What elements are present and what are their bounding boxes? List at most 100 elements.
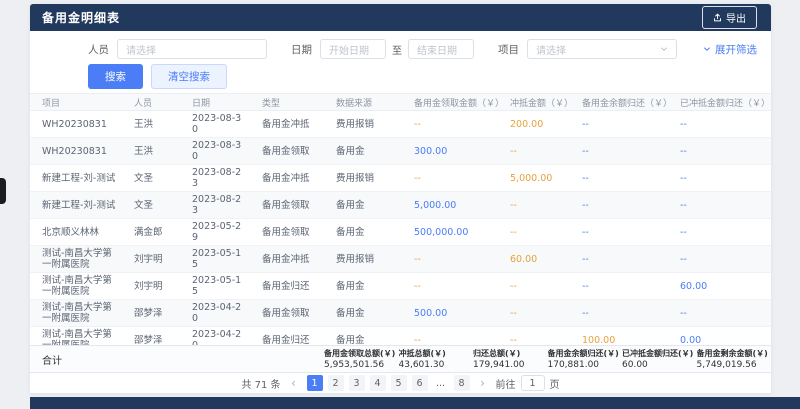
project-cell: 测试-南昌大学第一附属医院	[30, 300, 122, 326]
person-cell: 文圣	[122, 165, 180, 191]
page-button-6[interactable]: 6	[412, 375, 428, 391]
page-button-3[interactable]: 3	[349, 375, 365, 391]
more-pages-button[interactable]: ...	[433, 375, 449, 391]
person-cell: 王洪	[122, 138, 180, 164]
summary-item-value: 43,601.30	[399, 360, 474, 370]
table-row: 测试-南昌大学第一附属医院邵梦泽2023-04-20备用金领取备用金500.00…	[30, 300, 771, 327]
type-cell: 备用金冲抵	[250, 246, 324, 272]
type-cell: 备用金领取	[250, 219, 324, 245]
clear-search-button[interactable]: 清空搜索	[151, 64, 227, 89]
date-cell: 2023-05-15	[180, 246, 250, 272]
date-cell: 2023-05-15	[180, 273, 250, 299]
amount-cell: --	[402, 111, 498, 137]
person-cell: 文圣	[122, 192, 180, 218]
amount-cell: 300.00	[402, 138, 498, 164]
amount-cell: --	[668, 138, 770, 164]
expand-filter-label: 展开筛选	[715, 42, 757, 57]
goto-prefix-label: 前往	[496, 376, 516, 391]
amount-cell: 0.00	[668, 327, 770, 345]
type-cell: 备用金领取	[250, 192, 324, 218]
amount-cell: --	[498, 138, 570, 164]
page-button-1[interactable]: 1	[307, 375, 323, 391]
project-cell: 新建工程-刘-测试	[30, 192, 122, 218]
project-cell: 测试-南昌大学第一附属医院	[30, 273, 122, 299]
date-start-input[interactable]: 开始日期	[320, 39, 386, 59]
person-cell: 刘宇明	[122, 246, 180, 272]
prev-page-button[interactable]: ‹	[286, 375, 302, 391]
table-row: 北京顺义林林满金郎2023-05-29备用金领取备用金500,000.00---…	[30, 219, 771, 246]
project-cell: 北京顺义林林	[30, 219, 122, 245]
person-cell: 满金郎	[122, 219, 180, 245]
person-cell: 邵梦泽	[122, 300, 180, 326]
pagination-total: 共 71 条	[241, 376, 280, 391]
summary-item-label: 备用金剩余金额(￥)	[697, 348, 772, 359]
date-cell: 2023-04-20	[180, 300, 250, 326]
project-filter-select[interactable]: 请选择	[527, 39, 677, 59]
column-header: 日期	[180, 94, 250, 110]
amount-cell: --	[668, 246, 770, 272]
goto-page-input[interactable]: 1	[521, 375, 545, 391]
amount-cell: --	[570, 165, 668, 191]
source-cell: 备用金	[324, 327, 402, 345]
amount-cell: 500,000.00	[402, 219, 498, 245]
source-cell: 备用金	[324, 138, 402, 164]
summary-item: 备用金领取总额(￥)5,953,501.56	[324, 348, 399, 370]
source-cell: 备用金	[324, 273, 402, 299]
date-cell: 2023-04-20	[180, 327, 250, 345]
amount-cell: --	[498, 192, 570, 218]
source-cell: 费用报销	[324, 111, 402, 137]
summary-item-value: 179,941.00	[473, 360, 548, 370]
drawer-handle[interactable]	[0, 178, 6, 204]
amount-cell: 100.00	[570, 327, 668, 345]
amount-cell: 200.00	[498, 111, 570, 137]
summary-item: 冲抵总额(￥)43,601.30	[399, 348, 474, 370]
amount-cell: --	[668, 300, 770, 326]
summary-item-label: 备用金余额归还(￥)	[548, 348, 623, 359]
column-header: 备用金领取金额（￥）	[402, 94, 498, 110]
source-cell: 备用金	[324, 300, 402, 326]
table-row: 测试-南昌大学第一附属医院刘宇明2023-05-15备用金冲抵费用报销--60.…	[30, 246, 771, 273]
date-end-placeholder: 结束日期	[417, 42, 457, 57]
amount-cell: 500.00	[402, 300, 498, 326]
project-filter-placeholder: 请选择	[536, 42, 566, 57]
action-bar: 搜索 清空搜索	[30, 59, 771, 89]
search-button[interactable]: 搜索	[88, 64, 143, 89]
table-row: WH20230831王洪2023-08-30备用金冲抵费用报销--200.00-…	[30, 111, 771, 138]
amount-cell: --	[570, 246, 668, 272]
page-button-4[interactable]: 4	[370, 375, 386, 391]
source-cell: 备用金	[324, 192, 402, 218]
date-end-input[interactable]: 结束日期	[408, 39, 474, 59]
column-header: 已冲抵金额归还（￥）	[668, 94, 770, 110]
summary-total-label: 合计	[30, 352, 324, 367]
page-button-2[interactable]: 2	[328, 375, 344, 391]
data-table: 项目人员日期类型数据来源备用金领取金额（￥）冲抵金额（￥）备用金余额归还（￥）已…	[30, 93, 771, 345]
summary-item-label: 冲抵总额(￥)	[399, 348, 474, 359]
column-header: 类型	[250, 94, 324, 110]
topbar: 备用金明细表 导出	[30, 4, 771, 31]
report-card: 备用金明细表 导出 人员 请选择 日期 开始日期 至 结束日期 项目	[30, 4, 771, 393]
summary-item-value: 5,749,019.56	[697, 360, 772, 370]
source-cell: 备用金	[324, 219, 402, 245]
page-button-5[interactable]: 5	[391, 375, 407, 391]
page-button-8[interactable]: 8	[454, 375, 470, 391]
amount-cell: --	[668, 165, 770, 191]
type-cell: 备用金冲抵	[250, 165, 324, 191]
person-filter-input[interactable]: 请选择	[117, 39, 267, 59]
amount-cell: --	[668, 192, 770, 218]
amount-cell: --	[498, 300, 570, 326]
amount-cell: --	[570, 138, 668, 164]
summary-item-value: 60.00	[622, 360, 697, 370]
type-cell: 备用金领取	[250, 138, 324, 164]
amount-cell: --	[668, 219, 770, 245]
project-cell: 测试-南昌大学第一附属医院	[30, 327, 122, 345]
type-cell: 备用金归还	[250, 327, 324, 345]
summary-item: 归还总额(￥)179,941.00	[473, 348, 548, 370]
goto-suffix-label: 页	[550, 376, 560, 391]
export-button[interactable]: 导出	[702, 6, 757, 29]
chevron-down-icon	[703, 45, 711, 53]
summary-item: 备用金剩余金额(￥)5,749,019.56	[697, 348, 772, 370]
next-page-button[interactable]: ›	[475, 375, 491, 391]
person-filter: 人员 请选择	[88, 39, 267, 59]
column-header: 数据来源	[324, 94, 402, 110]
expand-filter-link[interactable]: 展开筛选	[703, 42, 757, 57]
